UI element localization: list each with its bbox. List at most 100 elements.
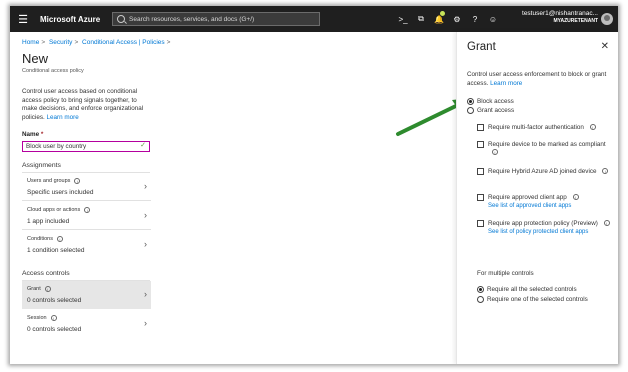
checkbox-label-text: Require device to be marked as compliant xyxy=(488,141,606,148)
row-title-text: Grant xyxy=(27,286,41,292)
block-access-radio[interactable]: Block access xyxy=(467,98,514,105)
grant-learn-more-link[interactable]: Learn more xyxy=(490,80,522,87)
radio-unselected[interactable] xyxy=(477,296,484,303)
cloud-shell-icon[interactable]: >_ xyxy=(394,6,412,32)
conditions-row[interactable]: Conditions i 1 condition selected › xyxy=(22,231,151,259)
info-icon[interactable]: i xyxy=(572,194,579,200)
checkmark-icon: ✓ xyxy=(140,142,146,149)
cloud-apps-row[interactable]: Cloud apps or actions i 1 app included › xyxy=(22,202,151,230)
checkbox-label-text: Require multi-factor authentication xyxy=(488,124,584,131)
grant-access-radio[interactable]: Grant access xyxy=(467,107,514,114)
app-protection-checkbox-row[interactable]: Require app protection policy (Preview) … xyxy=(477,220,612,235)
require-all-label: Require all the selected controls xyxy=(487,286,577,293)
policy-blade: Home > Security > Conditional Access | Pol… xyxy=(10,32,456,364)
menu-icon[interactable]: ☰ xyxy=(10,6,36,32)
grant-access-label: Grant access xyxy=(477,107,515,114)
checkbox[interactable] xyxy=(477,220,484,227)
compliant-device-checkbox-row[interactable]: Require device to be marked as compliant… xyxy=(477,141,612,157)
tenant-name: MYAZURETENANT xyxy=(553,18,598,24)
row-title-text: Conditions xyxy=(27,236,53,242)
radio-selected[interactable] xyxy=(467,98,474,105)
notifications-icon[interactable]: 🔔 xyxy=(430,6,448,32)
info-icon[interactable]: i xyxy=(74,178,81,184)
row-value: 0 controls selected xyxy=(27,326,82,333)
checkbox[interactable] xyxy=(477,124,484,131)
grant-row[interactable]: Grant i 0 controls selected › xyxy=(22,281,151,309)
radio-selected[interactable] xyxy=(477,286,484,293)
breadcrumb-security[interactable]: Security xyxy=(49,39,72,46)
checkbox-label: Require multi-factor authentication i xyxy=(488,124,612,132)
page-subtitle: Conditional access policy xyxy=(22,68,84,74)
checkbox-label-text: Require app protection policy (Preview) xyxy=(488,220,598,227)
checkbox[interactable] xyxy=(477,168,484,175)
checkbox[interactable] xyxy=(477,194,484,201)
directory-filter-icon[interactable]: ⧉ xyxy=(412,6,430,32)
require-all-radio[interactable]: Require all the selected controls xyxy=(477,286,577,293)
info-icon[interactable]: i xyxy=(589,124,596,130)
breadcrumb-home[interactable]: Home xyxy=(22,39,39,46)
info-icon[interactable]: i xyxy=(602,168,609,174)
protected-apps-link[interactable]: See list of policy protected client apps xyxy=(488,229,612,235)
avatar[interactable] xyxy=(601,13,613,25)
top-icons: >_ ⧉ 🔔 ⚙ ? ☺ xyxy=(394,6,502,32)
checkbox-label-text: Require Hybrid Azure AD joined device xyxy=(488,168,597,175)
checkbox[interactable] xyxy=(477,141,484,148)
row-title-text: Cloud apps or actions xyxy=(27,207,81,213)
session-row[interactable]: Session i 0 controls selected › xyxy=(22,310,151,338)
policy-name-input[interactable]: Block user by country ✓ xyxy=(22,141,150,152)
required-marker: * xyxy=(40,131,44,138)
row-value: 1 condition selected xyxy=(27,247,85,254)
checkbox-label: Require approved client app i xyxy=(488,194,612,202)
top-bar: ☰ Microsoft Azure Search resources, serv… xyxy=(10,6,618,32)
user-account[interactable]: testuser1@nishantranac... MYAZURETENANT xyxy=(518,10,598,24)
user-name: testuser1@nishantranac... xyxy=(522,10,598,17)
info-icon[interactable]: i xyxy=(84,207,91,213)
require-one-radio[interactable]: Require one of the selected controls xyxy=(477,296,588,303)
close-icon[interactable]: ✕ xyxy=(601,41,609,52)
info-icon[interactable]: i xyxy=(603,220,610,226)
chevron-right-icon: › xyxy=(144,239,147,249)
checkbox-label: Require app protection policy (Preview) … xyxy=(488,220,612,228)
row-title: Grant i xyxy=(27,286,151,292)
feedback-smiley-icon[interactable]: ☺ xyxy=(484,6,502,32)
hybrid-joined-checkbox-row[interactable]: Require Hybrid Azure AD joined device i xyxy=(477,168,612,176)
search-icon xyxy=(117,15,125,23)
description-text: Control user access based on conditional… xyxy=(22,88,144,121)
users-and-groups-row[interactable]: Users and groups i Specific users include… xyxy=(22,173,151,201)
row-title: Conditions i xyxy=(27,236,151,242)
chevron-right-icon: › xyxy=(144,318,147,328)
approved-apps-link[interactable]: See list of approved client apps xyxy=(488,203,612,209)
brand-title[interactable]: Microsoft Azure xyxy=(40,15,106,24)
grant-description: Control user access enforcement to block… xyxy=(467,71,612,88)
grant-panel: Grant ✕ Control user access enforcement … xyxy=(456,32,618,364)
chevron-right-icon: › xyxy=(144,210,147,220)
breadcrumb-conditional-access[interactable]: Conditional Access | Policies xyxy=(82,39,165,46)
search-input[interactable]: Search resources, services, and docs (G+… xyxy=(112,12,320,26)
info-icon[interactable]: i xyxy=(50,315,57,321)
require-one-label: Require one of the selected controls xyxy=(487,296,588,303)
learn-more-link[interactable]: Learn more xyxy=(47,114,79,121)
name-label: Name * xyxy=(22,131,43,138)
divider xyxy=(22,229,151,230)
notification-badge xyxy=(440,11,445,16)
page-title: New xyxy=(22,51,49,66)
search-placeholder: Search resources, services, and docs (G+… xyxy=(129,15,255,23)
divider xyxy=(22,200,151,201)
grant-description-text: Control user access enforcement to block… xyxy=(467,71,607,87)
checkbox-label: Require Hybrid Azure AD joined device i xyxy=(488,168,612,176)
approved-client-app-checkbox-row[interactable]: Require approved client app i See list o… xyxy=(477,194,612,209)
chevron-right-icon: › xyxy=(144,289,147,299)
radio-unselected[interactable] xyxy=(467,107,474,114)
name-label-text: Name xyxy=(22,131,40,138)
assignments-heading: Assignments xyxy=(22,162,61,169)
settings-gear-icon[interactable]: ⚙ xyxy=(448,6,466,32)
row-value: Specific users included xyxy=(27,189,94,196)
info-icon[interactable]: i xyxy=(44,286,51,292)
help-icon[interactable]: ? xyxy=(466,6,484,32)
row-value: 1 app included xyxy=(27,218,70,225)
row-title: Session i xyxy=(27,315,151,321)
mfa-checkbox-row[interactable]: Require multi-factor authentication i xyxy=(477,124,612,132)
info-icon[interactable]: i xyxy=(492,149,498,155)
info-icon[interactable]: i xyxy=(57,236,63,242)
grant-title: Grant xyxy=(467,41,496,53)
